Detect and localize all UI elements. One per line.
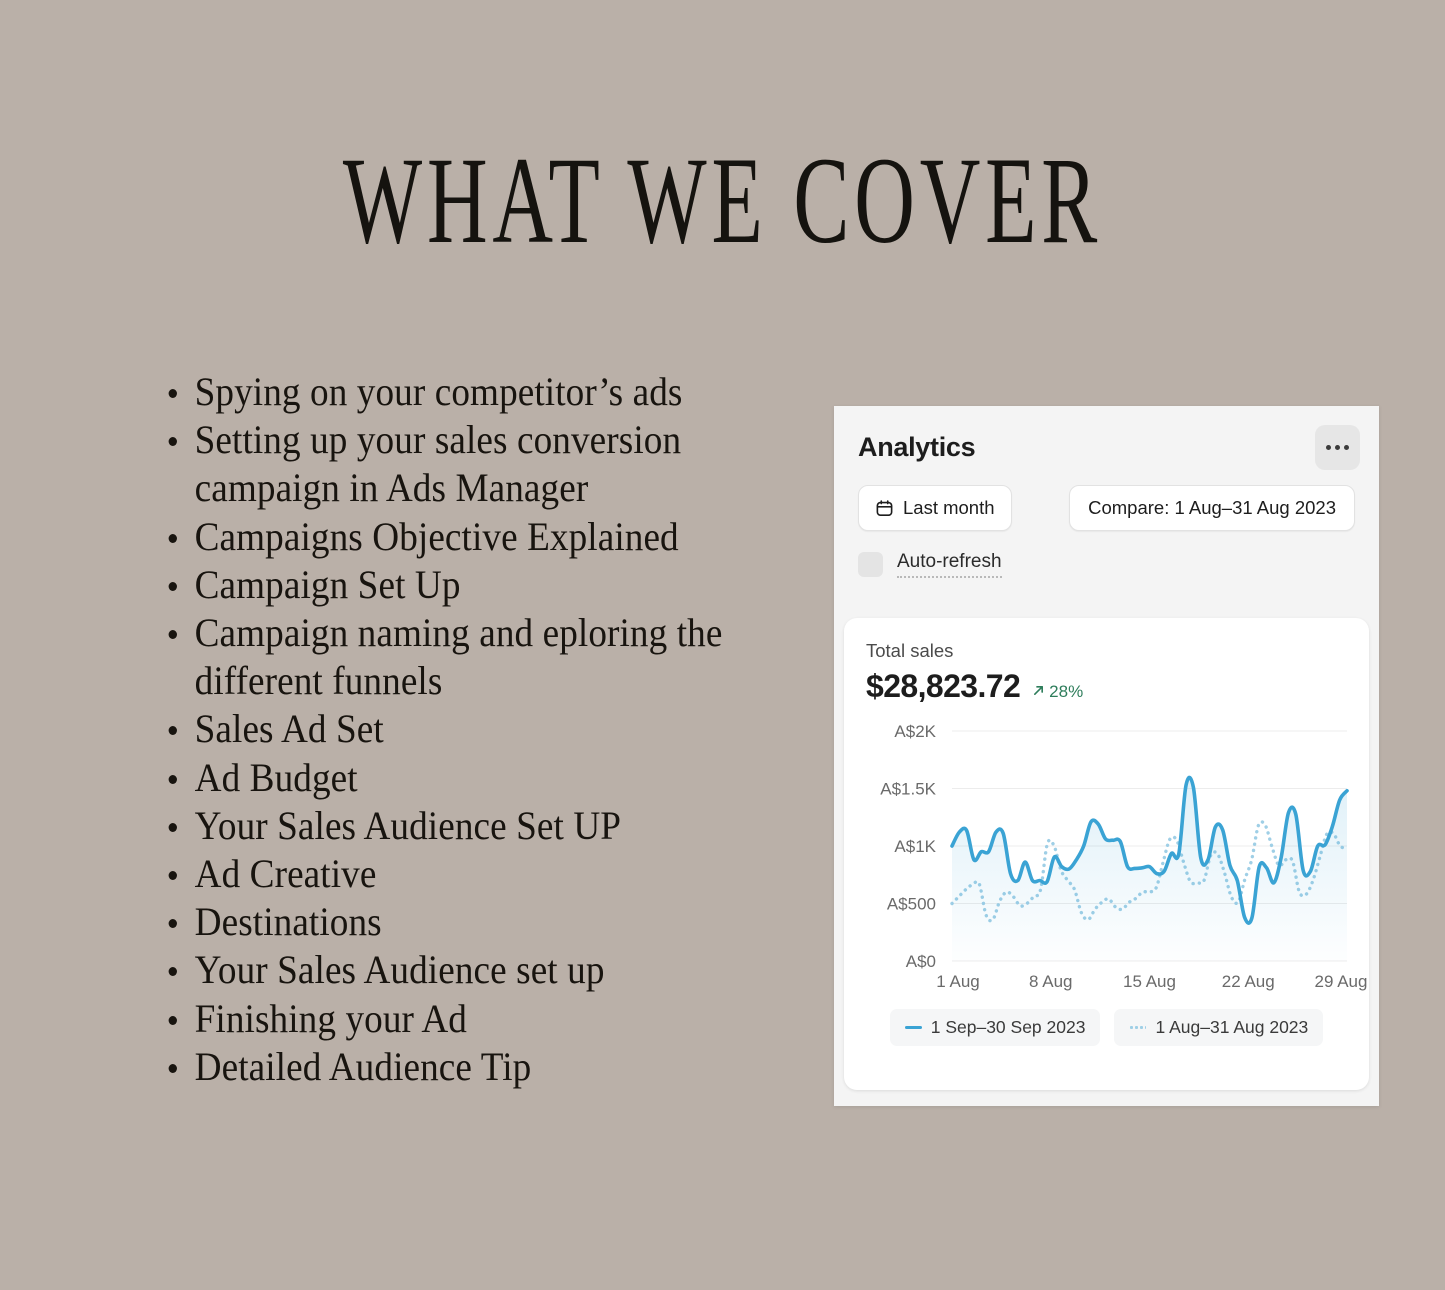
- compare-button[interactable]: Compare: 1 Aug–31 Aug 2023: [1069, 485, 1355, 531]
- ellipsis-icon: [1326, 445, 1331, 450]
- list-item: Ad Budget: [150, 754, 773, 802]
- list-item-label: Finishing your Ad: [194, 995, 467, 1041]
- bullet-dot-icon: [168, 919, 177, 929]
- list-item: Finishing your Ad: [150, 995, 773, 1043]
- date-range-button[interactable]: Last month: [858, 485, 1012, 531]
- status-badge: 28%: [1032, 682, 1083, 702]
- list-item: Your Sales Audience set up: [150, 946, 773, 994]
- bullet-dot-icon: [168, 1063, 177, 1073]
- list-item-label: Ad Budget: [194, 754, 358, 800]
- list-item-label: Setting up your sales conversion campaig…: [194, 417, 682, 511]
- ellipsis-icon: [1335, 445, 1340, 450]
- metric-label: Total sales: [866, 640, 954, 661]
- list-item: Setting up your sales conversion campaig…: [150, 416, 773, 512]
- svg-text:1 Aug: 1 Aug: [936, 972, 980, 991]
- svg-text:A$1K: A$1K: [894, 837, 936, 856]
- auto-refresh-label: Auto-refresh: [897, 551, 1002, 578]
- list-item: Sales Ad Set: [150, 705, 773, 753]
- legend-item-current[interactable]: 1 Sep–30 Sep 2023: [889, 1009, 1101, 1046]
- list-item: Spying on your competitor’s ads: [150, 368, 773, 416]
- svg-text:A$1.5K: A$1.5K: [880, 780, 936, 799]
- chart-legend: 1 Sep–30 Sep 2023 1 Aug–31 Aug 2023: [844, 1009, 1369, 1046]
- list-item-label: Destinations: [194, 899, 382, 945]
- list-item-label: Your Sales Audience Set UP: [194, 802, 622, 848]
- calendar-icon: [875, 499, 894, 518]
- list-item: Detailed Audience Tip: [150, 1043, 773, 1091]
- arrow-up-right-icon: [1032, 682, 1045, 702]
- auto-refresh-row: Auto-refresh: [834, 531, 1379, 578]
- svg-text:29 Aug: 29 Aug: [1315, 972, 1368, 991]
- bullet-dot-icon: [168, 871, 177, 881]
- bullet-dot-icon: [168, 437, 177, 447]
- list-item-label: Your Sales Audience set up: [194, 947, 605, 993]
- list-item-label: Sales Ad Set: [194, 706, 384, 752]
- list-item-label: Detailed Audience Tip: [194, 1043, 532, 1089]
- metric-delta-label: 28%: [1049, 682, 1084, 701]
- list-item: Destinations: [150, 898, 773, 946]
- metric-row: $28,823.72 28%: [844, 662, 1369, 705]
- legend-label: 1 Sep–30 Sep 2023: [930, 1017, 1086, 1037]
- auto-refresh-checkbox[interactable]: [858, 552, 883, 577]
- more-options-button[interactable]: [1315, 425, 1360, 470]
- coverage-bullet-list: Spying on your competitor’s ads Setting …: [150, 368, 820, 1091]
- bullet-dot-icon: [168, 533, 177, 543]
- svg-text:A$2K: A$2K: [894, 722, 936, 741]
- compare-label: Compare: 1 Aug–31 Aug 2023: [1088, 497, 1336, 518]
- bullet-dot-icon: [168, 581, 177, 591]
- list-item-label: Campaign Set Up: [194, 561, 461, 607]
- dotted-line-icon: [1129, 1026, 1147, 1029]
- sales-line-chart: A$0 A$500 A$1K A$1.5K A$2K 1 Aug 8 Aug 15 Aug 22…: [880, 722, 1368, 991]
- bullet-dot-icon: [168, 726, 177, 736]
- solid-line-icon: [904, 1026, 922, 1029]
- legend-label: 1 Aug–31 Aug 2023: [1155, 1017, 1309, 1037]
- list-item: Campaign Set Up: [150, 561, 773, 609]
- bullet-dot-icon: [168, 822, 177, 832]
- bullet-dot-icon: [168, 967, 177, 977]
- list-item: Ad Creative: [150, 850, 773, 898]
- svg-text:A$500: A$500: [887, 895, 936, 914]
- legend-item-compare[interactable]: 1 Aug–31 Aug 2023: [1114, 1009, 1324, 1046]
- page-title: WHAT WE COVER: [342, 130, 1103, 269]
- bullet-dot-icon: [168, 630, 177, 640]
- ellipsis-icon: [1344, 445, 1349, 450]
- bullet-dot-icon: [168, 774, 177, 784]
- list-item-label: Campaign naming and eploring the differe…: [194, 610, 723, 704]
- analytics-panel: Analytics Last month Compare: 1 Aug–31 A…: [834, 406, 1379, 1106]
- list-item: Campaigns Objective Explained: [150, 513, 773, 561]
- panel-header: Analytics: [834, 406, 1379, 470]
- list-item-label: Ad Creative: [194, 851, 377, 897]
- svg-text:A$0: A$0: [906, 952, 936, 971]
- svg-text:22 Aug: 22 Aug: [1222, 972, 1275, 991]
- bullet-dot-icon: [168, 1015, 177, 1025]
- list-item-label: Campaigns Objective Explained: [194, 513, 679, 559]
- list-item-label: Spying on your competitor’s ads: [194, 369, 683, 414]
- list-item: Your Sales Audience Set UP: [150, 802, 773, 850]
- metric-value: $28,823.72: [866, 668, 1021, 704]
- svg-text:8 Aug: 8 Aug: [1029, 972, 1073, 991]
- panel-controls: Last month Compare: 1 Aug–31 Aug 2023: [834, 463, 1379, 531]
- sales-chart: A$0 A$500 A$1K A$1.5K A$2K 1 Aug 8 Aug 15 Aug 22…: [844, 717, 1369, 1007]
- panel-title: Analytics: [858, 432, 976, 462]
- total-sales-card: Total sales $28,823.72 28% A$0 A$500 A$1K A…: [844, 618, 1369, 1090]
- bullet-dot-icon: [168, 389, 177, 398]
- list-item: Campaign naming and eploring the differe…: [150, 609, 773, 705]
- date-range-label: Last month: [903, 497, 995, 518]
- svg-text:15 Aug: 15 Aug: [1123, 972, 1176, 991]
